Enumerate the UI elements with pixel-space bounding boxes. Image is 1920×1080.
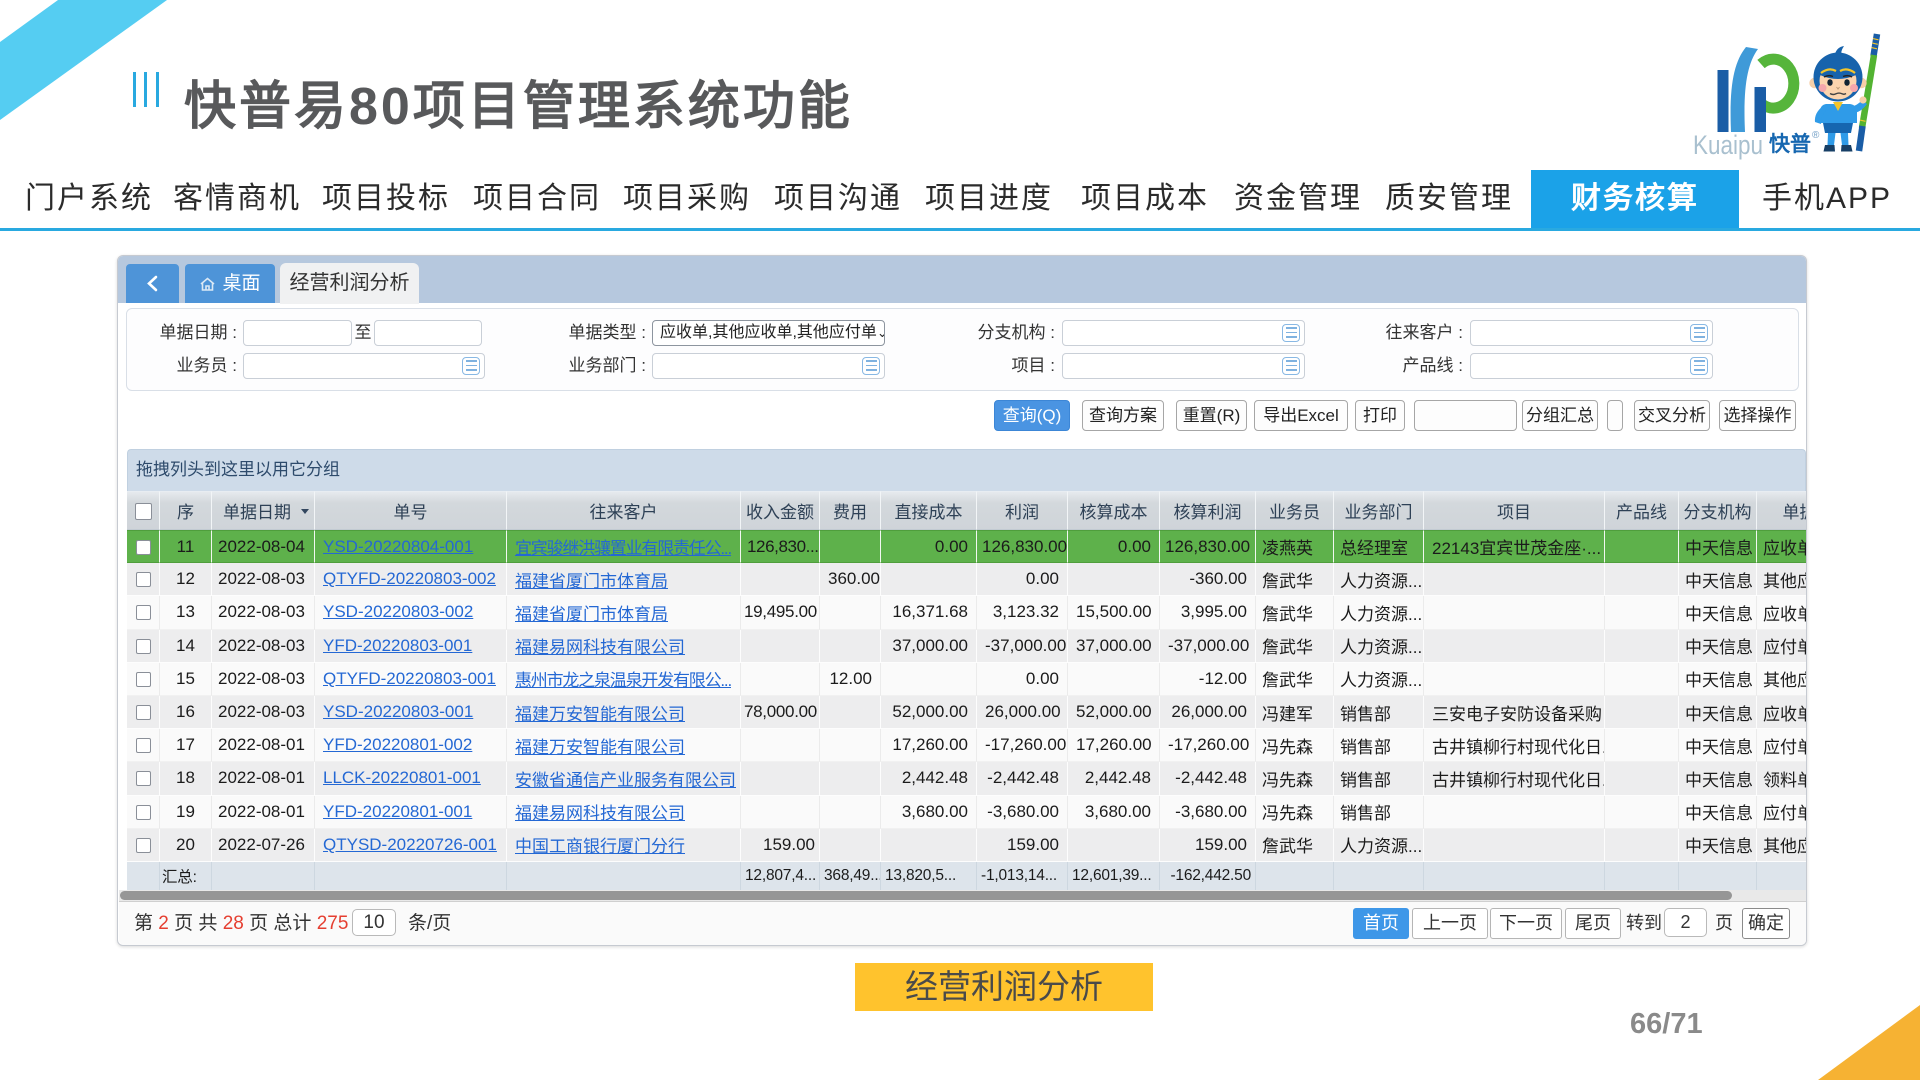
svg-text:®: ®: [1812, 130, 1820, 141]
svg-text:Kuaipu: Kuaipu: [1693, 130, 1763, 160]
svg-text:快普: 快普: [1769, 132, 1811, 156]
